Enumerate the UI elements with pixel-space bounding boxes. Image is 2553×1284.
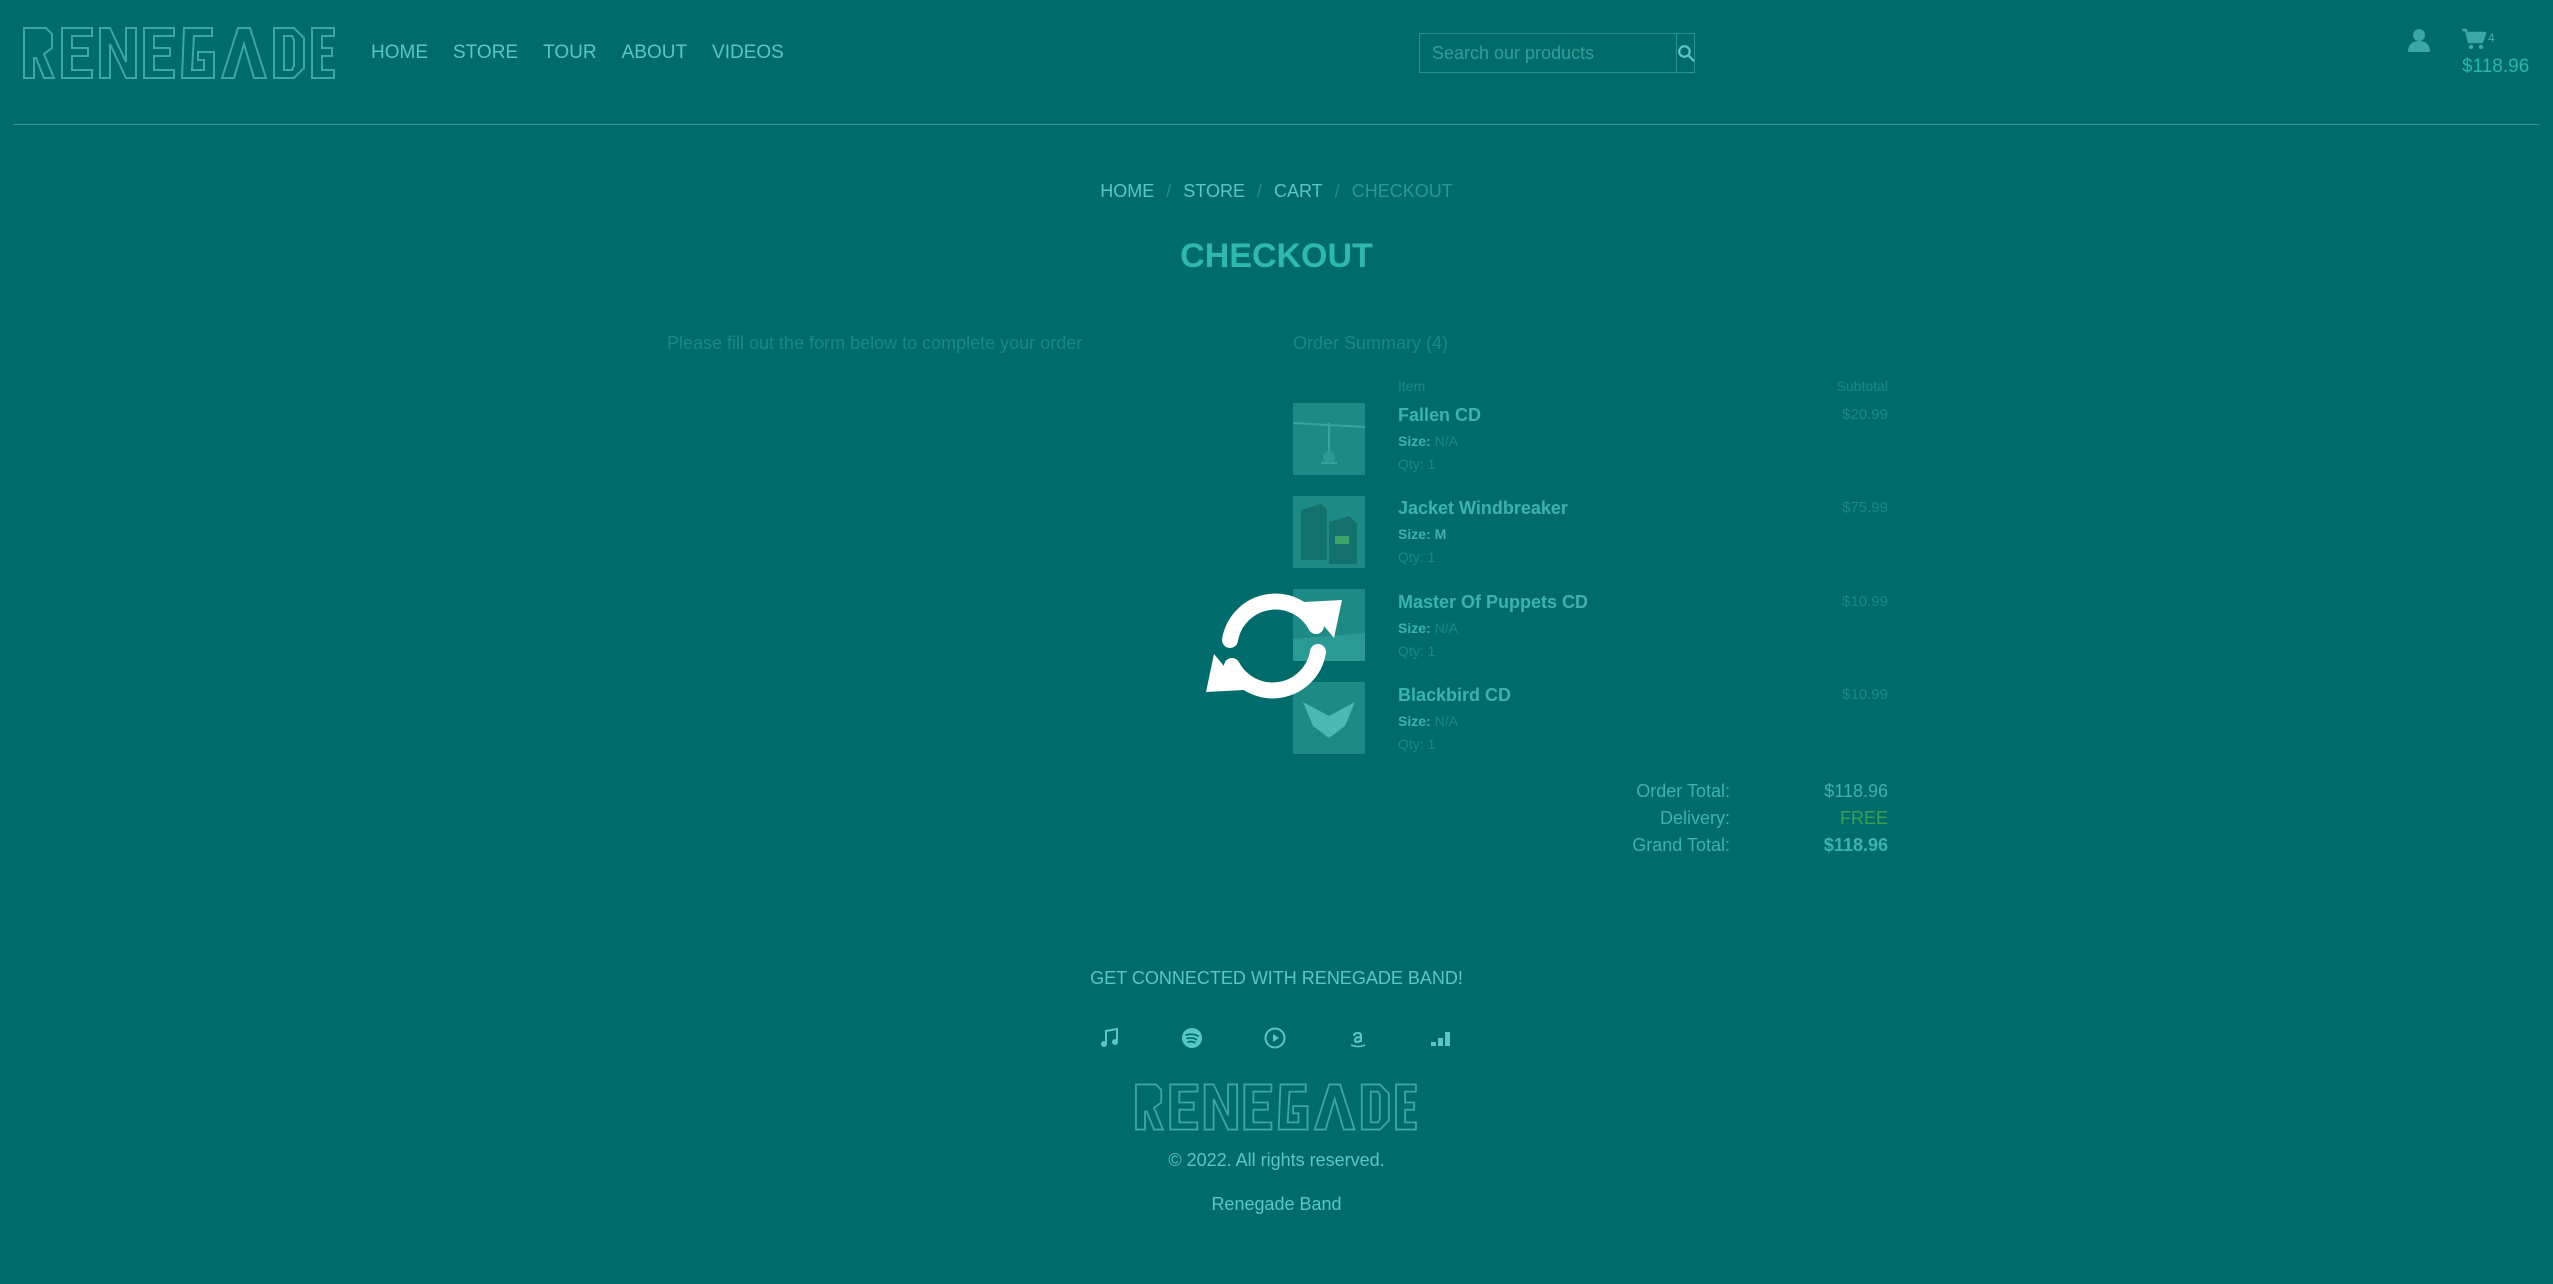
item-name[interactable]: Master Of Puppets CD <box>1398 592 1588 613</box>
size-value: M <box>1434 526 1447 542</box>
size-label: Size: <box>1398 526 1431 542</box>
play-icon[interactable] <box>1263 1026 1287 1050</box>
column-header-subtotal: Subtotal <box>1836 378 1888 394</box>
cart-count-badge: 4 <box>2488 31 2495 45</box>
item-size: Size: N/A <box>1398 433 1458 449</box>
item-name[interactable]: Fallen CD <box>1398 405 1481 426</box>
search-icon <box>1678 45 1695 62</box>
nav-store[interactable]: STORE <box>453 42 518 64</box>
nav-videos[interactable]: VIDEOS <box>712 42 784 64</box>
order-summary-title: Order Summary (4) <box>1293 333 1449 353</box>
search-input[interactable] <box>1420 34 1676 72</box>
size-label: Size: <box>1398 433 1431 449</box>
breadcrumb-separator: / <box>1334 181 1340 201</box>
music-note-icon[interactable] <box>1097 1026 1121 1050</box>
social-links <box>1097 1026 1457 1050</box>
user-icon[interactable] <box>2408 28 2430 52</box>
loading-spinner-icon <box>1206 593 1342 699</box>
delivery-value: FREE <box>1839 808 1888 828</box>
item-subtotal: $10.99 <box>1842 686 1888 703</box>
breadcrumb-cart[interactable]: CART <box>1274 181 1323 202</box>
nav-home[interactable]: HOME <box>371 42 428 64</box>
renegade-logo[interactable] <box>22 22 335 84</box>
breadcrumb-separator: / <box>1166 181 1172 201</box>
product-thumbnail-fallen-cd <box>1293 403 1365 475</box>
item-qty: Qty: 1 <box>1398 643 1436 659</box>
spotify-icon[interactable] <box>1180 1026 1204 1050</box>
footer-renegade-logo[interactable] <box>1119 1079 1432 1135</box>
item-name[interactable]: Blackbird CD <box>1398 685 1511 706</box>
item-size: Size: N/A <box>1398 620 1458 636</box>
amazon-icon[interactable] <box>1346 1026 1370 1050</box>
breadcrumb-home[interactable]: HOME <box>1100 181 1154 202</box>
grand-total-value: $118.96 <box>1823 835 1888 855</box>
cart-icon[interactable] <box>2462 28 2486 50</box>
copyright-text: © 2022. All rights reserved. <box>1168 1150 1385 1170</box>
item-size: Size: N/A <box>1398 713 1458 729</box>
order-total-value: $118.96 <box>1824 781 1888 801</box>
main-nav: HOME STORE TOUR ABOUT VIDEOS <box>371 42 809 64</box>
size-value: N/A <box>1434 713 1458 729</box>
cart-total[interactable]: $118.96 <box>2462 56 2529 78</box>
item-subtotal: $20.99 <box>1842 406 1888 423</box>
column-header-item: Item <box>1398 378 1426 394</box>
item-subtotal: $75.99 <box>1842 499 1888 516</box>
order-total-label: Order Total: <box>1636 781 1730 801</box>
item-name[interactable]: Jacket Windbreaker <box>1398 498 1568 519</box>
size-label: Size: <box>1398 620 1431 636</box>
breadcrumb-current: CHECKOUT <box>1351 181 1453 201</box>
search-button[interactable] <box>1676 34 1695 72</box>
header-divider <box>13 124 2540 125</box>
item-qty: Qty: 1 <box>1398 456 1436 472</box>
nav-about[interactable]: ABOUT <box>622 42 687 64</box>
deezer-icon[interactable] <box>1429 1026 1453 1050</box>
grand-total-label: Grand Total: <box>1632 835 1730 855</box>
footer-band-name: Renegade Band <box>1211 1194 1342 1214</box>
product-thumbnail-jacket-windbreaker <box>1293 496 1365 568</box>
item-subtotal: $10.99 <box>1842 593 1888 610</box>
search-box <box>1419 33 1695 73</box>
breadcrumb-separator: / <box>1256 181 1262 201</box>
page-title: CHECKOUT <box>1180 237 1373 275</box>
size-value: N/A <box>1434 433 1458 449</box>
delivery-label: Delivery: <box>1659 808 1730 828</box>
breadcrumb-store[interactable]: STORE <box>1183 181 1245 202</box>
checkout-form-intro: Please fill out the form below to comple… <box>667 333 1083 353</box>
item-qty: Qty: 1 <box>1398 736 1436 752</box>
breadcrumb: HOME / STORE / CART / CHECKOUT <box>0 181 2553 202</box>
nav-tour[interactable]: TOUR <box>543 42 596 64</box>
size-value: N/A <box>1434 620 1458 636</box>
footer-heading: GET CONNECTED WITH RENEGADE BAND! <box>1090 968 1463 988</box>
size-label: Size: <box>1398 713 1431 729</box>
item-size: Size: M <box>1398 526 1446 542</box>
item-qty: Qty: 1 <box>1398 549 1436 565</box>
